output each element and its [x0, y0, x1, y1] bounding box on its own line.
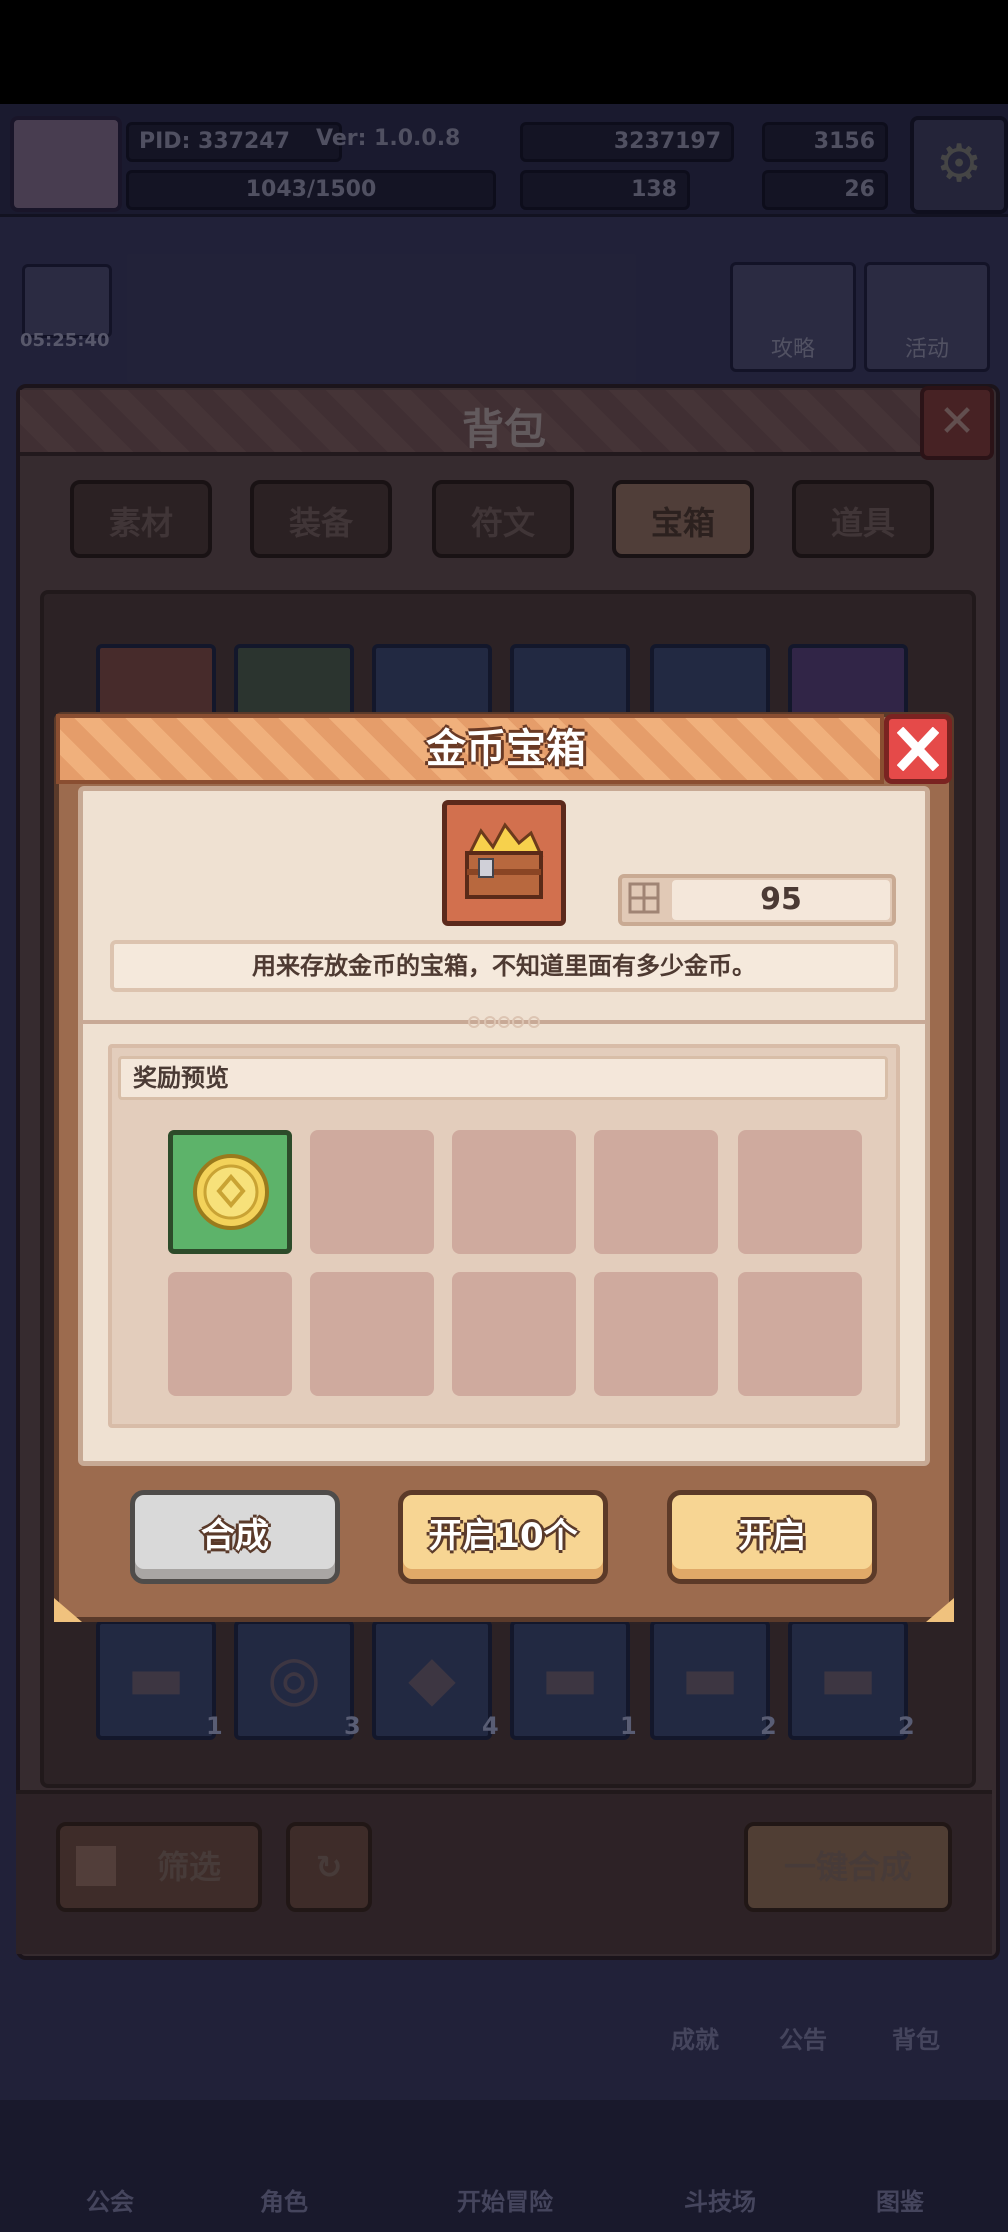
reward-slot-empty: [452, 1272, 576, 1396]
reward-slot-empty: [452, 1130, 576, 1254]
reward-slot-empty: [594, 1272, 718, 1396]
gold-chest-icon: [465, 822, 544, 899]
close-icon[interactable]: [884, 714, 952, 784]
reward-slot-empty: [738, 1130, 862, 1254]
open-ten-button[interactable]: 开启10个: [398, 1490, 608, 1584]
reward-slot-empty: [310, 1130, 434, 1254]
reward-slot-empty: [310, 1272, 434, 1396]
frame-corner-ornament: [926, 1598, 954, 1622]
reward-slot-gold[interactable]: [168, 1130, 292, 1254]
gold-coin-icon: [193, 1154, 269, 1230]
open-button[interactable]: 开启: [667, 1490, 877, 1584]
item-icon-frame: [442, 800, 566, 926]
reward-slot-empty: [168, 1272, 292, 1396]
reward-preview-title: 奖励预览: [118, 1056, 888, 1100]
frame-corner-ornament: [54, 1598, 82, 1622]
inventory-count-icon: [628, 882, 660, 914]
reward-slot-empty: [738, 1272, 862, 1396]
reward-slot-empty: [594, 1130, 718, 1254]
ornament-divider: [82, 1016, 926, 1028]
combine-button[interactable]: 合成: [130, 1490, 340, 1584]
dialog-title: 金币宝箱: [426, 726, 586, 772]
item-description: 用来存放金币的宝箱，不知道里面有多少金币。: [110, 940, 898, 992]
owned-count: 95: [760, 882, 802, 917]
